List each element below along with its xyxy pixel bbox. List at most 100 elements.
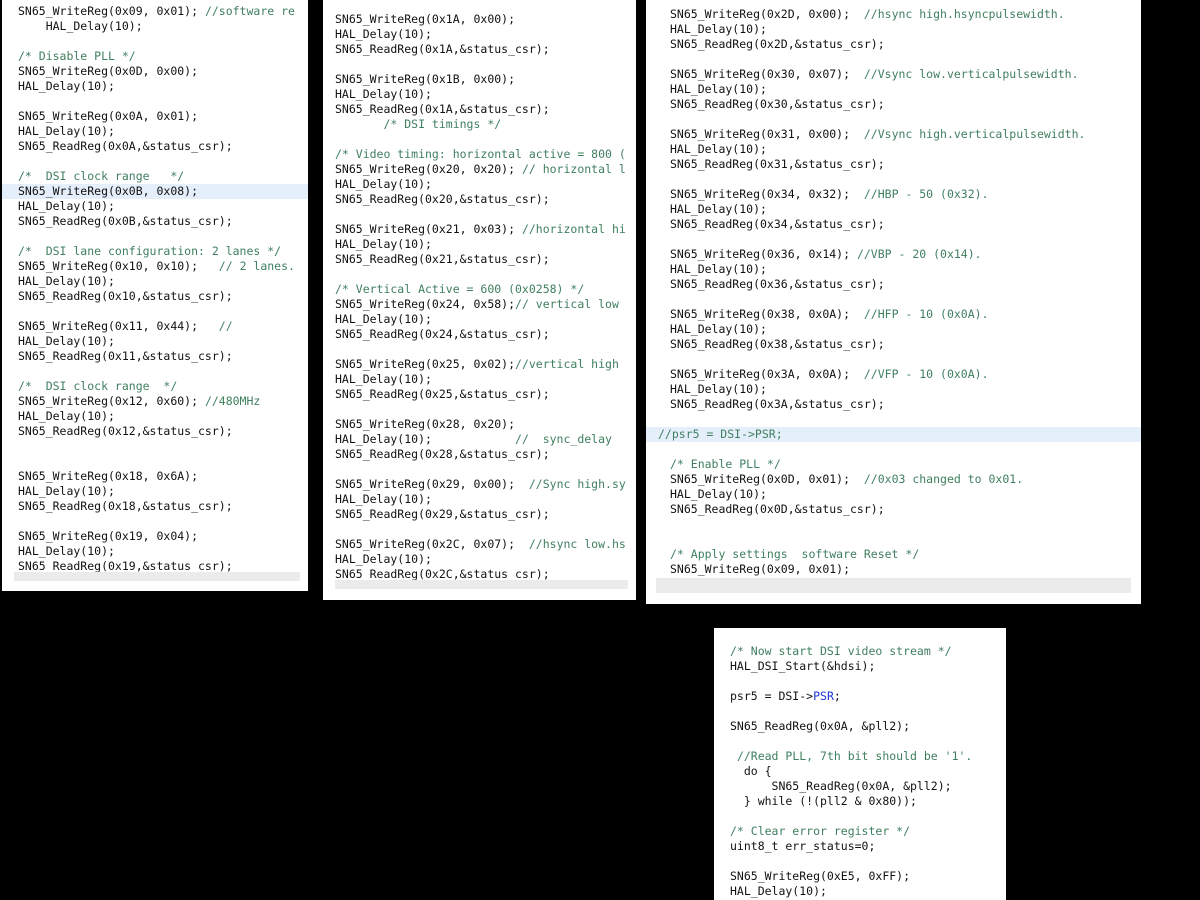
code-line[interactable]: [323, 402, 636, 417]
code-line[interactable]: SN65_ReadReg(0x10,&status_csr);: [2, 289, 308, 304]
code-line[interactable]: HAL_Delay(10);: [323, 312, 636, 327]
code-line[interactable]: HAL_Delay(10);: [323, 237, 636, 252]
code-line[interactable]: SN65_ReadReg(0x20,&status_csr);: [323, 192, 636, 207]
code-line[interactable]: HAL_Delay(10);: [2, 19, 308, 34]
code-line[interactable]: [2, 154, 308, 169]
code-line[interactable]: [646, 292, 1141, 307]
code-line[interactable]: [323, 342, 636, 357]
code-line[interactable]: SN65_WriteReg(0x19, 0x04);: [2, 529, 308, 544]
code-line[interactable]: HAL_Delay(10);: [646, 142, 1141, 157]
code-line[interactable]: [714, 854, 1006, 869]
code-line[interactable]: SN65_ReadReg(0x1A,&status_csr);: [323, 42, 636, 57]
code-line[interactable]: HAL_Delay(10);: [646, 262, 1141, 277]
code-line[interactable]: [323, 0, 636, 12]
code-line[interactable]: HAL_Delay(10);: [646, 22, 1141, 37]
code-line[interactable]: HAL_Delay(10);: [323, 87, 636, 102]
code-line[interactable]: [2, 439, 308, 454]
code-line[interactable]: SN65_WriteReg(0x3A, 0x0A); //VFP - 10 (0…: [646, 367, 1141, 382]
code-line[interactable]: [323, 57, 636, 72]
code-line[interactable]: /* Vertical Active = 600 (0x0258) */: [323, 282, 636, 297]
code-line[interactable]: SN65_WriteReg(0x09, 0x01);: [646, 562, 1141, 577]
code-line[interactable]: [2, 364, 308, 379]
code-line[interactable]: HAL_Delay(10);: [2, 334, 308, 349]
code-line[interactable]: SN65_ReadReg(0x18,&status_csr);: [2, 499, 308, 514]
code-line[interactable]: SN65_WriteReg(0x20, 0x20); // horizontal…: [323, 162, 636, 177]
code-line[interactable]: HAL_Delay(10);: [714, 884, 1006, 899]
code-line[interactable]: [646, 172, 1141, 187]
code-line[interactable]: HAL_DSI_Start(&hdsi);: [714, 659, 1006, 674]
code-line[interactable]: SN65_ReadReg(0x11,&status_csr);: [2, 349, 308, 364]
code-line[interactable]: SN65_ReadReg(0x12,&status_csr);: [2, 424, 308, 439]
code-line[interactable]: SN65_WriteReg(0x25, 0x02);//vertical hig…: [323, 357, 636, 372]
code-line[interactable]: [323, 207, 636, 222]
code-line[interactable]: SN65_WriteReg(0x29, 0x00); //Sync high.s…: [323, 477, 636, 492]
code-line[interactable]: HAL_Delay(10);: [323, 492, 636, 507]
code-line[interactable]: [2, 229, 308, 244]
code-line[interactable]: SN65_ReadReg(0x0A, &pll2);: [714, 779, 1006, 794]
code-line[interactable]: /* Video timing: horizontal active = 800…: [323, 147, 636, 162]
code-line[interactable]: [714, 674, 1006, 689]
code-line[interactable]: [2, 454, 308, 469]
code-line[interactable]: [323, 522, 636, 537]
code-line[interactable]: HAL_Delay(10);: [2, 79, 308, 94]
code-line[interactable]: HAL_Delay(10);: [646, 382, 1141, 397]
code-line[interactable]: SN65_WriteReg(0x1A, 0x00);: [323, 12, 636, 27]
code-line[interactable]: [646, 532, 1141, 547]
code-line[interactable]: [714, 704, 1006, 719]
code-line[interactable]: /* DSI clock range */: [2, 169, 308, 184]
code-line[interactable]: HAL_Delay(10);: [323, 27, 636, 42]
code-line[interactable]: SN65_ReadReg(0x28,&status_csr);: [323, 447, 636, 462]
code-line[interactable]: HAL_Delay(10);: [323, 552, 636, 567]
code-line[interactable]: SN65_WriteReg(0x38, 0x0A); //HFP - 10 (0…: [646, 307, 1141, 322]
code-line[interactable]: SN65_WriteReg(0x10, 0x10); // 2 lanes.: [2, 259, 308, 274]
code-line[interactable]: SN65_WriteReg(0x2D, 0x00); //hsync high.…: [646, 7, 1141, 22]
code-line[interactable]: SN65_ReadReg(0x21,&status_csr);: [323, 252, 636, 267]
code-line[interactable]: [646, 442, 1141, 457]
code-line[interactable]: SN65_ReadReg(0x31,&status_csr);: [646, 157, 1141, 172]
code-line[interactable]: HAL_Delay(10); // sync_delay: [323, 432, 636, 447]
code-line[interactable]: SN65_ReadReg(0x3A,&status_csr);: [646, 397, 1141, 412]
code-line[interactable]: SN65_ReadReg(0x25,&status_csr);: [323, 387, 636, 402]
code-line[interactable]: } while (!(pll2 & 0x80));: [714, 794, 1006, 809]
code-line[interactable]: SN65_WriteReg(0x0B, 0x08);: [2, 184, 308, 199]
code-line[interactable]: SN65_WriteReg(0x0D, 0x00);: [2, 64, 308, 79]
code-line[interactable]: SN65_WriteReg(0x09, 0x01); //software re: [2, 4, 308, 19]
code-line[interactable]: SN65_WriteReg(0x18, 0x6A);: [2, 469, 308, 484]
code-line[interactable]: SN65_ReadReg(0x0B,&status_csr);: [2, 214, 308, 229]
horizontal-scrollbar[interactable]: [14, 572, 300, 581]
code-line[interactable]: SN65_WriteReg(0x0D, 0x01); //0x03 change…: [646, 472, 1141, 487]
code-line[interactable]: //Read PLL, 7th bit should be '1'.: [714, 749, 1006, 764]
code-line[interactable]: SN65_ReadReg(0x0A, &pll2);: [714, 719, 1006, 734]
code-line[interactable]: SN65_WriteReg(0x21, 0x03); //horizontal …: [323, 222, 636, 237]
code-line[interactable]: do {: [714, 764, 1006, 779]
code-line[interactable]: SN65_ReadReg(0x30,&status_csr);: [646, 97, 1141, 112]
code-line[interactable]: [714, 809, 1006, 824]
code-line[interactable]: HAL_Delay(10);: [323, 177, 636, 192]
code-line[interactable]: [646, 112, 1141, 127]
code-line[interactable]: /* DSI clock range */: [2, 379, 308, 394]
code-line[interactable]: psr5 = DSI->PSR;: [714, 689, 1006, 704]
code-line[interactable]: uint8_t err_status=0;: [714, 839, 1006, 854]
code-line[interactable]: SN65_WriteReg(0x2C, 0x07); //hsync low.h…: [323, 537, 636, 552]
code-line[interactable]: [2, 94, 308, 109]
code-line[interactable]: HAL_Delay(10);: [646, 322, 1141, 337]
code-line[interactable]: /* DSI lane configuration: 2 lanes */: [2, 244, 308, 259]
code-line[interactable]: SN65_ReadReg(0x1A,&status_csr);: [323, 102, 636, 117]
code-line[interactable]: SN65_WriteReg(0x31, 0x00); //Vsync high.…: [646, 127, 1141, 142]
code-line[interactable]: HAL_Delay(10);: [2, 124, 308, 139]
code-line[interactable]: HAL_Delay(10);: [646, 487, 1141, 502]
code-line[interactable]: SN65_WriteReg(0x34, 0x32); //HBP - 50 (0…: [646, 187, 1141, 202]
code-line[interactable]: [646, 412, 1141, 427]
code-line[interactable]: //psr5 = DSI->PSR;: [646, 427, 1141, 442]
code-line[interactable]: SN65_WriteReg(0x11, 0x44); //: [2, 319, 308, 334]
code-line[interactable]: SN65_WriteReg(0x1B, 0x00);: [323, 72, 636, 87]
code-line[interactable]: /* Enable PLL */: [646, 457, 1141, 472]
code-line[interactable]: HAL_Delay(10);: [646, 82, 1141, 97]
code-line[interactable]: /* Clear error register */: [714, 824, 1006, 839]
code-line[interactable]: SN65_WriteReg(0x0A, 0x01);: [2, 109, 308, 124]
code-line[interactable]: SN65_ReadReg(0x36,&status_csr);: [646, 277, 1141, 292]
code-line[interactable]: SN65_ReadReg(0x2D,&status_csr);: [646, 37, 1141, 52]
code-line[interactable]: [323, 132, 636, 147]
code-line[interactable]: /* Now start DSI video stream */: [714, 644, 1006, 659]
code-line[interactable]: /* DSI timings */: [323, 117, 636, 132]
